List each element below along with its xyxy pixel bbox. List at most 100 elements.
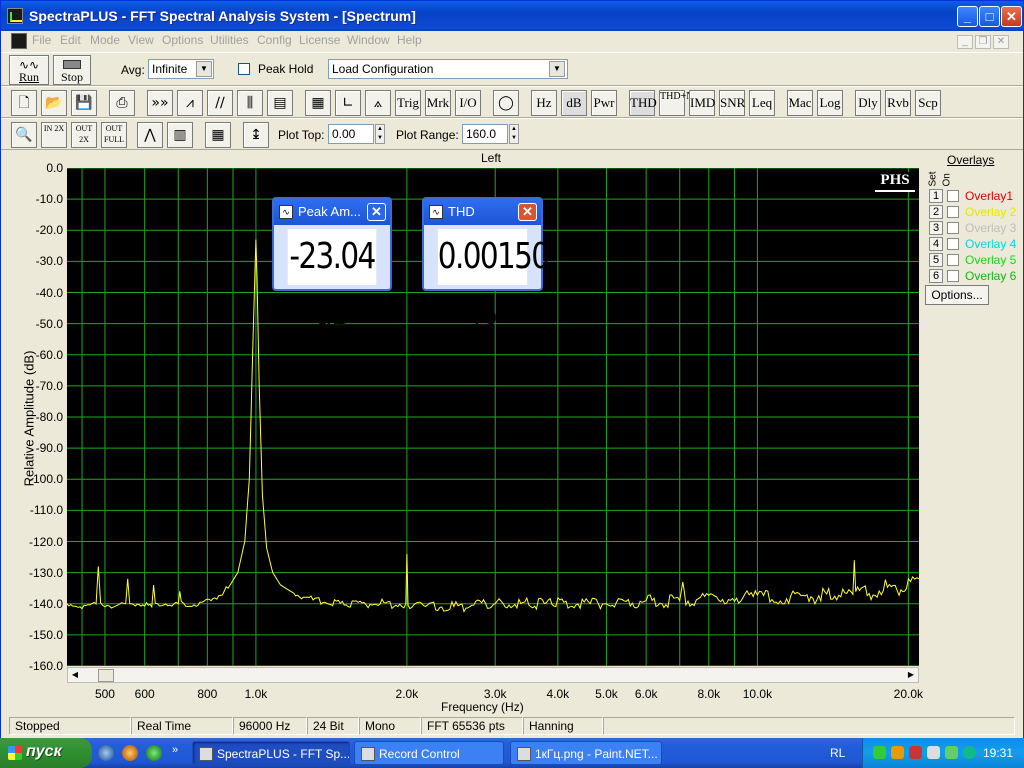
calibrate-button[interactable]: ⟑ [365, 90, 391, 116]
menu-options[interactable]: Options [162, 33, 203, 47]
mdi-minimize-button[interactable]: _ [957, 35, 973, 49]
spectrum-mode-button[interactable]: ⩘ [177, 90, 203, 116]
3d-surface-button[interactable]: ⫼ [237, 90, 263, 116]
reverb-button[interactable]: Rvb [885, 90, 911, 116]
overlay-set-button[interactable]: 5 [929, 253, 943, 267]
overlay-set-button[interactable]: 6 [929, 269, 943, 283]
plot-range-input[interactable]: 160.0 [462, 124, 508, 144]
plot-top-input[interactable]: 0.00 [328, 124, 374, 144]
overlay-set-button[interactable]: 4 [929, 237, 943, 251]
db-button[interactable]: dB [561, 90, 587, 116]
config-select[interactable]: Load Configuration [328, 59, 568, 79]
quicklaunch-firefox-icon[interactable] [122, 745, 138, 761]
overlay-on-checkbox[interactable] [947, 222, 959, 234]
peak-amplitude-meter[interactable]: ∿ Peak Am... ✕ -23.04 dB [272, 197, 392, 333]
quicklaunch-browser-icon[interactable] [98, 745, 114, 761]
log-button[interactable]: Log [817, 90, 843, 116]
leq-button[interactable]: Leq [749, 90, 775, 116]
signal-generator-button[interactable]: ◯ [493, 90, 519, 116]
overlay-options-button[interactable]: Options... [925, 285, 989, 305]
peak-hold-checkbox[interactable] [238, 63, 250, 75]
task-record-control[interactable]: Record Control [354, 741, 504, 765]
thd-button[interactable]: THD [629, 90, 657, 116]
plot-top-stepper[interactable]: ▲ ▼ [375, 124, 385, 144]
menu-edit[interactable]: Edit [60, 33, 81, 47]
menu-file[interactable]: File [32, 33, 51, 47]
menu-utilities[interactable]: Utilities [210, 33, 249, 47]
quicklaunch-app-icon[interactable] [146, 745, 162, 761]
tray-app-icon[interactable] [891, 746, 904, 759]
title-bar[interactable]: SpectraPLUS - FFT Spectral Analysis Syst… [1, 1, 1023, 31]
tray-update-icon[interactable] [945, 746, 958, 759]
close-button[interactable]: ✕ [1001, 6, 1022, 27]
close-icon[interactable]: ✕ [367, 203, 386, 221]
scope-button[interactable]: Scp [915, 90, 941, 116]
menu-config[interactable]: Config [257, 33, 292, 47]
overlay-on-checkbox[interactable] [947, 190, 959, 202]
mdi-restore-button[interactable]: ❐ [975, 35, 991, 49]
overlay-on-checkbox[interactable] [947, 238, 959, 250]
thd-n-button[interactable]: THD+N [659, 90, 693, 116]
close-icon[interactable]: ✕ [518, 203, 537, 221]
snr-button[interactable]: SNR [719, 90, 745, 116]
document-icon[interactable] [11, 33, 27, 49]
bar-plot-button[interactable]: ▥ [167, 122, 193, 148]
zoom-button[interactable]: 🔍 [11, 122, 37, 148]
menu-view[interactable]: View [128, 33, 154, 47]
trig-button[interactable]: Trig [395, 90, 421, 116]
autoscale-button[interactable]: ↨ [243, 122, 269, 148]
menu-help[interactable]: Help [397, 33, 422, 47]
start-button[interactable]: пуск [0, 738, 92, 768]
scroll-thumb[interactable] [98, 669, 114, 682]
scroll-right-icon[interactable]: ▶ [904, 668, 918, 682]
marker-button[interactable]: Mrk [425, 90, 451, 116]
properties-button[interactable]: ▦ [205, 122, 231, 148]
mdi-close-button[interactable]: ✕ [993, 35, 1009, 49]
axis-button[interactable]: ∟ [335, 90, 361, 116]
quicklaunch-more-icon[interactable]: » [172, 744, 178, 756]
save-button[interactable]: 💾 [71, 90, 97, 116]
language-indicator[interactable]: RL [830, 746, 845, 760]
meter-title-bar[interactable]: ∿ THD ✕ [424, 199, 541, 225]
overlay-set-button[interactable]: 2 [929, 205, 943, 219]
io-button[interactable]: I/O [455, 90, 481, 116]
line-plot-button[interactable]: ⋀ [137, 122, 163, 148]
meter-title-bar[interactable]: ∿ Peak Am... ✕ [274, 199, 390, 225]
chevron-down-icon[interactable]: ▼ [549, 61, 565, 77]
imd-button[interactable]: IMD [689, 90, 715, 116]
macro-button[interactable]: Mac [787, 90, 813, 116]
chevron-down-icon[interactable]: ▼ [196, 61, 212, 77]
minimize-button[interactable]: _ [957, 6, 978, 27]
zoom-out-full-button[interactable]: OUT FULL [101, 122, 127, 148]
print-button[interactable]: ⎙ [109, 90, 135, 116]
plot-range-stepper[interactable]: ▲ ▼ [509, 124, 519, 144]
thd-meter[interactable]: ∿ THD ✕ 0.00150 % [422, 197, 550, 333]
overlay-set-button[interactable]: 3 [929, 221, 943, 235]
zoom-out-2x-button[interactable]: OUT 2X [71, 122, 97, 148]
menu-mode[interactable]: Mode [90, 33, 120, 47]
time-series-button[interactable]: ∕∕ [207, 90, 233, 116]
pwr-button[interactable]: Pwr [591, 90, 617, 116]
hz-button[interactable]: Hz [531, 90, 557, 116]
open-button[interactable]: 📂 [41, 90, 67, 116]
fast-forward-button[interactable]: »» [147, 90, 173, 116]
new-file-button[interactable]: 🗋 [11, 90, 37, 116]
zoom-in-2x-button[interactable]: IN 2X [41, 122, 67, 148]
delay-button[interactable]: Dly [855, 90, 881, 116]
overlay-on-checkbox[interactable] [947, 270, 959, 282]
scroll-left-icon[interactable]: ◀ [68, 668, 82, 682]
stop-button[interactable]: Stop [53, 55, 91, 85]
maximize-button[interactable]: □ [979, 6, 1000, 27]
spectrogram-button[interactable]: ▤ [267, 90, 293, 116]
tray-security-icon[interactable] [909, 746, 922, 759]
settings-panel-button[interactable]: ▦ [305, 90, 331, 116]
tray-network-icon[interactable] [873, 746, 886, 759]
task-spectraplus[interactable]: SpectraPLUS - FFT Sp... [192, 741, 350, 765]
tray-messenger-icon[interactable] [963, 746, 976, 759]
menu-license[interactable]: License [299, 33, 340, 47]
horizontal-scrollbar[interactable]: ◀ ▶ [67, 667, 919, 683]
run-button[interactable]: ∿∿ Run [9, 55, 49, 85]
overlay-on-checkbox[interactable] [947, 206, 959, 218]
overlay-on-checkbox[interactable] [947, 254, 959, 266]
volume-icon[interactable] [927, 746, 940, 759]
